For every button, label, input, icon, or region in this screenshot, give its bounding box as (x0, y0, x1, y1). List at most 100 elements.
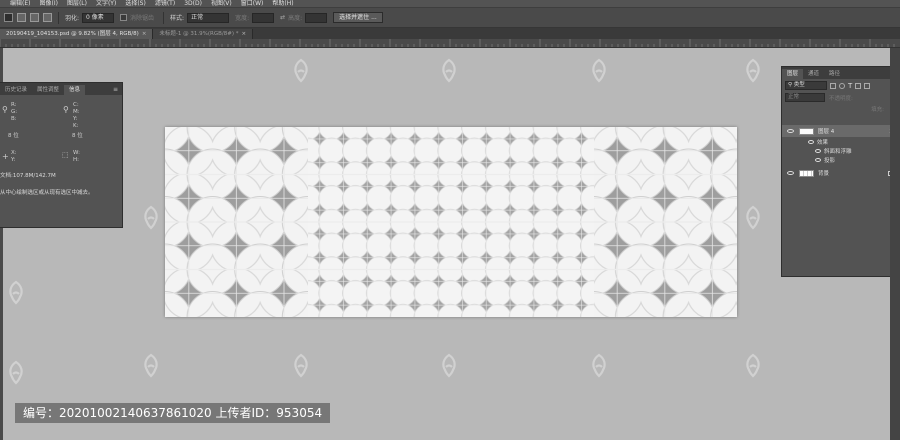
antialias-checkbox[interactable] (120, 14, 128, 21)
pixel-filter-icon[interactable] (830, 82, 836, 89)
tab-history[interactable]: 历史记录 (0, 85, 32, 95)
layer-thumbnail (799, 169, 814, 177)
c-label: C: (73, 102, 79, 108)
bit-depth-right: 8 位 (72, 133, 83, 139)
height-input[interactable] (305, 12, 328, 23)
w-label: W: (73, 150, 80, 156)
watermark-logo-icon (438, 58, 460, 84)
drop-shadow-row[interactable]: 投影 (782, 155, 900, 164)
menu-item[interactable]: 选择(S) (125, 0, 146, 7)
watermark-logo-icon (290, 353, 312, 379)
feather-label: 羽化: (65, 15, 80, 22)
menu-item[interactable]: 帮助(H) (272, 0, 293, 7)
menu-item[interactable]: 滤镜(T) (155, 0, 175, 7)
bevel-emboss-row[interactable]: 斜面和浮雕 (782, 146, 900, 155)
tab-info[interactable]: 信息 (64, 85, 86, 95)
document-size: 文档:107.8M/142.7M (0, 173, 56, 179)
eye-icon[interactable] (787, 129, 794, 133)
tab-channels[interactable]: 通道 (803, 69, 824, 79)
h-label: H: (73, 157, 79, 163)
g-label: G: (11, 109, 18, 115)
document-canvas[interactable] (165, 127, 737, 317)
add-selection-icon[interactable] (17, 13, 26, 22)
menu-item[interactable]: 视图(V) (211, 0, 232, 7)
close-icon[interactable]: × (241, 31, 246, 37)
blend-row: 正常 不透明度: (782, 92, 900, 103)
tile-pattern-image (165, 127, 737, 317)
tab-paths[interactable]: 路径 (824, 69, 845, 79)
m-label: M: (73, 109, 80, 115)
menu-bar: 编辑(E) 图像(I) 图层(L) 文字(Y) 选择(S) 滤镜(T) 3D(D) 视图(V)… (0, 0, 900, 8)
select-and-mask-button[interactable]: 选择并遮住 ... (333, 12, 383, 23)
width-input[interactable] (252, 12, 275, 23)
r-label: R: (11, 102, 17, 108)
watermark-logo-icon (742, 205, 764, 231)
tab-adjustments[interactable]: 属性调整 (32, 85, 64, 95)
horizontal-ruler (0, 39, 900, 48)
layer-name: 图层 4 (818, 129, 835, 135)
panel-menu-icon[interactable]: ≡ (113, 85, 118, 95)
document-tabs: 20190419_104153.psd @ 9.82% (图层 4, RGB/8… (0, 28, 900, 39)
tool-hint: 从中心绘制选区或从现有选区中减去。 (0, 190, 94, 196)
watermark-logo-icon (588, 58, 610, 84)
x-label: X: (11, 150, 17, 156)
eyedropper-cmyk-icon: ⚲ (63, 105, 69, 114)
info-panel: 历史记录 属性调整 信息 ≡ ⚲ R: G: B: ⚲ C: M: Y: K: … (0, 82, 123, 228)
width-label: 宽度: (235, 15, 250, 22)
layer-row-background[interactable]: 背景 (782, 167, 900, 179)
layer-name: 背景 (818, 171, 830, 177)
watermark-logo-icon (5, 360, 27, 386)
subtract-selection-icon[interactable] (30, 13, 39, 22)
close-icon[interactable]: × (142, 31, 147, 37)
effects-row[interactable]: 效果 (782, 137, 900, 146)
swap-icon[interactable]: ⇄ (280, 14, 285, 21)
bevel-emboss-label: 斜面和浮雕 (824, 148, 852, 155)
menu-item[interactable]: 编辑(E) (10, 0, 30, 7)
filter-kind-label: 类型 (793, 82, 805, 88)
filter-kind-select[interactable]: ⚲ 类型 (785, 81, 827, 90)
k-label: K: (73, 123, 79, 129)
drop-shadow-label: 投影 (824, 157, 836, 164)
layer-row-4[interactable]: 图层 4 fx (782, 125, 900, 137)
adjustment-filter-icon[interactable] (839, 82, 845, 89)
shape-filter-icon[interactable] (855, 82, 862, 89)
tab-document-2[interactable]: 未标题-1 @ 31.9%(RGB/8#) * × (153, 29, 254, 39)
menu-item[interactable]: 图像(I) (39, 0, 57, 7)
info-footer: 文档:107.8M/142.7M 从中心绘制选区或从现有选区中减去。 (0, 173, 94, 196)
blend-mode-select[interactable]: 正常 (785, 93, 825, 102)
style-select[interactable]: 正常 (187, 12, 230, 23)
eye-icon[interactable] (815, 148, 821, 153)
eye-icon[interactable] (808, 139, 814, 144)
info-panel-tabs: 历史记录 属性调整 信息 ≡ (0, 83, 122, 95)
effects-label: 效果 (817, 139, 829, 146)
layer-filter-row: ⚲ 类型 T (782, 79, 900, 92)
menu-item[interactable]: 文字(Y) (96, 0, 116, 7)
intersect-selection-icon[interactable] (43, 13, 52, 22)
ruler-ticks (0, 39, 895, 47)
eye-icon[interactable] (787, 171, 794, 175)
feather-input[interactable]: 0 像素 (82, 12, 115, 23)
menu-item[interactable]: 图层(L) (67, 0, 87, 7)
tab-document-1[interactable]: 20190419_104153.psd @ 9.82% (图层 4, RGB/8… (0, 29, 154, 39)
height-label: 高度: (288, 15, 303, 22)
smart-filter-icon[interactable] (864, 82, 871, 89)
eye-icon[interactable] (815, 157, 821, 162)
bit-depth-left: 8 位 (8, 133, 19, 139)
selection-size-icon: ⬚ (62, 151, 69, 159)
right-panel-strip (890, 48, 900, 440)
menu-item[interactable]: 3D(D) (184, 0, 202, 7)
menu-item[interactable]: 窗口(W) (241, 0, 264, 7)
y-label: Y: (73, 116, 78, 122)
new-selection-icon[interactable] (4, 13, 13, 22)
type-filter-icon[interactable]: T (848, 82, 852, 90)
watermark-logo-icon (438, 353, 460, 379)
divider (163, 11, 165, 24)
tab-layers[interactable]: 图层 (782, 69, 804, 79)
watermark-logo-icon (742, 58, 764, 84)
fill-label: 填充: (871, 106, 884, 113)
opacity-label: 不透明度: (829, 95, 853, 102)
watermark-logo-icon (742, 353, 764, 379)
layer-thumbnail (799, 127, 814, 135)
y-coord-label: Y: (11, 157, 16, 163)
layers-panel-tabs: 图层 通道 路径 ≡ (782, 67, 900, 79)
